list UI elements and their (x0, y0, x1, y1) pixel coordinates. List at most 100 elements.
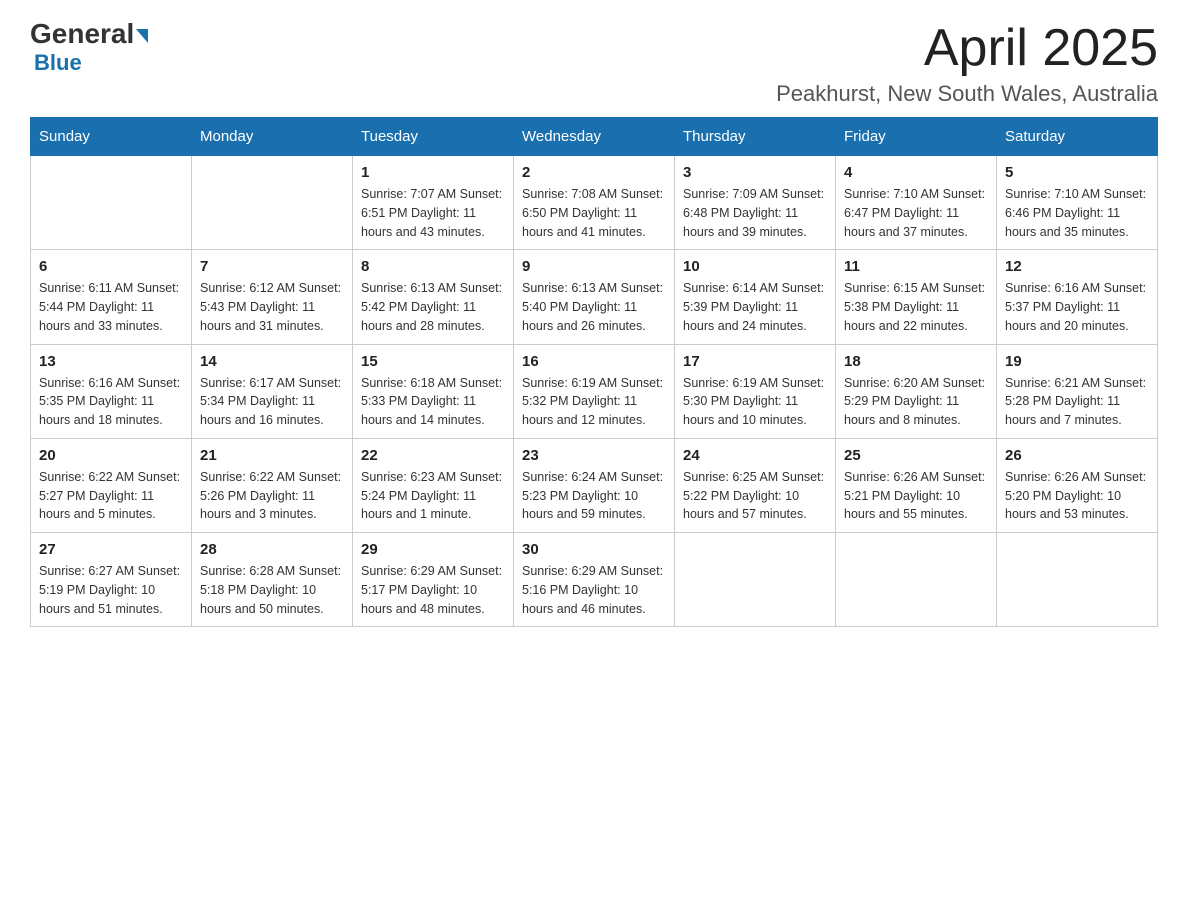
calendar-week-row: 27Sunrise: 6:27 AM Sunset: 5:19 PM Dayli… (31, 533, 1158, 627)
calendar-table: SundayMondayTuesdayWednesdayThursdayFrid… (30, 117, 1158, 627)
calendar-day-cell: 26Sunrise: 6:26 AM Sunset: 5:20 PM Dayli… (997, 438, 1158, 532)
title-section: April 2025 Peakhurst, New South Wales, A… (776, 20, 1158, 107)
day-info: Sunrise: 6:12 AM Sunset: 5:43 PM Dayligh… (200, 279, 344, 335)
day-info: Sunrise: 6:16 AM Sunset: 5:37 PM Dayligh… (1005, 279, 1149, 335)
calendar-day-cell: 15Sunrise: 6:18 AM Sunset: 5:33 PM Dayli… (353, 344, 514, 438)
day-number: 8 (361, 258, 505, 275)
calendar-week-row: 6 Sunrise: 6:11 AM Sunset: 5:44 PM Daylig… (31, 250, 1158, 344)
weekday-header-friday: Friday (836, 118, 997, 156)
day-number: 29 (361, 541, 505, 558)
day-info: Sunrise: 6:19 AM Sunset: 5:32 PM Dayligh… (522, 374, 666, 430)
logo: General Blue (30, 20, 148, 76)
location-title: Peakhurst, New South Wales, Australia (776, 81, 1158, 107)
calendar-day-cell: 18Sunrise: 6:20 AM Sunset: 5:29 PM Dayli… (836, 344, 997, 438)
calendar-day-cell: 24 Sunrise: 6:25 AM Sunset: 5:22 PM Dayli… (675, 438, 836, 532)
weekday-header-sunday: Sunday (31, 118, 192, 156)
day-info: Sunrise: 6:27 AM Sunset: 5:19 PM Dayligh… (39, 562, 183, 618)
day-info: Sunrise: 6:11 AM Sunset: 5:44 PM Dayligh… (39, 279, 183, 335)
day-number: 17 (683, 353, 827, 370)
day-number: 18 (844, 353, 988, 370)
calendar-day-cell (675, 533, 836, 627)
weekday-header-wednesday: Wednesday (514, 118, 675, 156)
day-info: Sunrise: 7:09 AM Sunset: 6:48 PM Dayligh… (683, 185, 827, 241)
day-info: Sunrise: 6:29 AM Sunset: 5:17 PM Dayligh… (361, 562, 505, 618)
calendar-day-cell: 29 Sunrise: 6:29 AM Sunset: 5:17 PM Dayli… (353, 533, 514, 627)
calendar-day-cell: 3 Sunrise: 7:09 AM Sunset: 6:48 PM Daylig… (675, 156, 836, 250)
calendar-header-row: SundayMondayTuesdayWednesdayThursdayFrid… (31, 118, 1158, 156)
day-number: 20 (39, 447, 183, 464)
day-info: Sunrise: 6:15 AM Sunset: 5:38 PM Dayligh… (844, 279, 988, 335)
day-number: 6 (39, 258, 183, 275)
day-info: Sunrise: 6:28 AM Sunset: 5:18 PM Dayligh… (200, 562, 344, 618)
day-number: 4 (844, 164, 988, 181)
calendar-day-cell: 12Sunrise: 6:16 AM Sunset: 5:37 PM Dayli… (997, 250, 1158, 344)
day-info: Sunrise: 6:14 AM Sunset: 5:39 PM Dayligh… (683, 279, 827, 335)
day-info: Sunrise: 7:07 AM Sunset: 6:51 PM Dayligh… (361, 185, 505, 241)
calendar-day-cell: 21Sunrise: 6:22 AM Sunset: 5:26 PM Dayli… (192, 438, 353, 532)
day-info: Sunrise: 6:18 AM Sunset: 5:33 PM Dayligh… (361, 374, 505, 430)
day-info: Sunrise: 6:25 AM Sunset: 5:22 PM Dayligh… (683, 468, 827, 524)
day-info: Sunrise: 7:08 AM Sunset: 6:50 PM Dayligh… (522, 185, 666, 241)
calendar-day-cell: 5Sunrise: 7:10 AM Sunset: 6:46 PM Daylig… (997, 156, 1158, 250)
calendar-day-cell: 8 Sunrise: 6:13 AM Sunset: 5:42 PM Daylig… (353, 250, 514, 344)
calendar-day-cell: 27Sunrise: 6:27 AM Sunset: 5:19 PM Dayli… (31, 533, 192, 627)
calendar-day-cell: 19 Sunrise: 6:21 AM Sunset: 5:28 PM Dayli… (997, 344, 1158, 438)
calendar-day-cell: 25 Sunrise: 6:26 AM Sunset: 5:21 PM Dayli… (836, 438, 997, 532)
day-number: 14 (200, 353, 344, 370)
calendar-day-cell (836, 533, 997, 627)
day-number: 23 (522, 447, 666, 464)
weekday-header-saturday: Saturday (997, 118, 1158, 156)
day-info: Sunrise: 6:22 AM Sunset: 5:27 PM Dayligh… (39, 468, 183, 524)
day-info: Sunrise: 6:17 AM Sunset: 5:34 PM Dayligh… (200, 374, 344, 430)
weekday-header-tuesday: Tuesday (353, 118, 514, 156)
calendar-day-cell: 23 Sunrise: 6:24 AM Sunset: 5:23 PM Dayli… (514, 438, 675, 532)
calendar-day-cell: 20 Sunrise: 6:22 AM Sunset: 5:27 PM Dayli… (31, 438, 192, 532)
logo-main-text: General (30, 20, 148, 48)
logo-sub-text: Blue (30, 50, 82, 76)
calendar-week-row: 20 Sunrise: 6:22 AM Sunset: 5:27 PM Dayli… (31, 438, 1158, 532)
day-number: 11 (844, 258, 988, 275)
day-number: 7 (200, 258, 344, 275)
day-number: 25 (844, 447, 988, 464)
day-number: 13 (39, 353, 183, 370)
calendar-day-cell (997, 533, 1158, 627)
day-info: Sunrise: 6:16 AM Sunset: 5:35 PM Dayligh… (39, 374, 183, 430)
day-info: Sunrise: 6:26 AM Sunset: 5:21 PM Dayligh… (844, 468, 988, 524)
calendar-day-cell: 9Sunrise: 6:13 AM Sunset: 5:40 PM Daylig… (514, 250, 675, 344)
day-number: 1 (361, 164, 505, 181)
day-number: 19 (1005, 353, 1149, 370)
month-title: April 2025 (776, 20, 1158, 77)
calendar-day-cell: 17 Sunrise: 6:19 AM Sunset: 5:30 PM Dayli… (675, 344, 836, 438)
day-info: Sunrise: 6:13 AM Sunset: 5:40 PM Dayligh… (522, 279, 666, 335)
day-info: Sunrise: 6:13 AM Sunset: 5:42 PM Dayligh… (361, 279, 505, 335)
day-info: Sunrise: 6:23 AM Sunset: 5:24 PM Dayligh… (361, 468, 505, 524)
calendar-day-cell (31, 156, 192, 250)
day-number: 10 (683, 258, 827, 275)
day-info: Sunrise: 7:10 AM Sunset: 6:47 PM Dayligh… (844, 185, 988, 241)
calendar-day-cell: 13 Sunrise: 6:16 AM Sunset: 5:35 PM Dayli… (31, 344, 192, 438)
calendar-week-row: 1 Sunrise: 7:07 AM Sunset: 6:51 PM Daylig… (31, 156, 1158, 250)
day-number: 21 (200, 447, 344, 464)
day-info: Sunrise: 7:10 AM Sunset: 6:46 PM Dayligh… (1005, 185, 1149, 241)
day-info: Sunrise: 6:21 AM Sunset: 5:28 PM Dayligh… (1005, 374, 1149, 430)
weekday-header-thursday: Thursday (675, 118, 836, 156)
calendar-day-cell: 11 Sunrise: 6:15 AM Sunset: 5:38 PM Dayli… (836, 250, 997, 344)
day-number: 24 (683, 447, 827, 464)
day-info: Sunrise: 6:19 AM Sunset: 5:30 PM Dayligh… (683, 374, 827, 430)
day-info: Sunrise: 6:24 AM Sunset: 5:23 PM Dayligh… (522, 468, 666, 524)
day-info: Sunrise: 6:29 AM Sunset: 5:16 PM Dayligh… (522, 562, 666, 618)
day-number: 3 (683, 164, 827, 181)
calendar-day-cell: 1 Sunrise: 7:07 AM Sunset: 6:51 PM Daylig… (353, 156, 514, 250)
page-header: General Blue April 2025 Peakhurst, New S… (30, 20, 1158, 107)
calendar-day-cell: 10 Sunrise: 6:14 AM Sunset: 5:39 PM Dayli… (675, 250, 836, 344)
calendar-day-cell: 2 Sunrise: 7:08 AM Sunset: 6:50 PM Daylig… (514, 156, 675, 250)
calendar-week-row: 13 Sunrise: 6:16 AM Sunset: 5:35 PM Dayli… (31, 344, 1158, 438)
day-number: 28 (200, 541, 344, 558)
calendar-day-cell: 30 Sunrise: 6:29 AM Sunset: 5:16 PM Dayli… (514, 533, 675, 627)
day-number: 16 (522, 353, 666, 370)
calendar-day-cell: 14 Sunrise: 6:17 AM Sunset: 5:34 PM Dayli… (192, 344, 353, 438)
logo-arrow-icon (136, 29, 148, 43)
day-number: 30 (522, 541, 666, 558)
day-number: 2 (522, 164, 666, 181)
day-number: 26 (1005, 447, 1149, 464)
